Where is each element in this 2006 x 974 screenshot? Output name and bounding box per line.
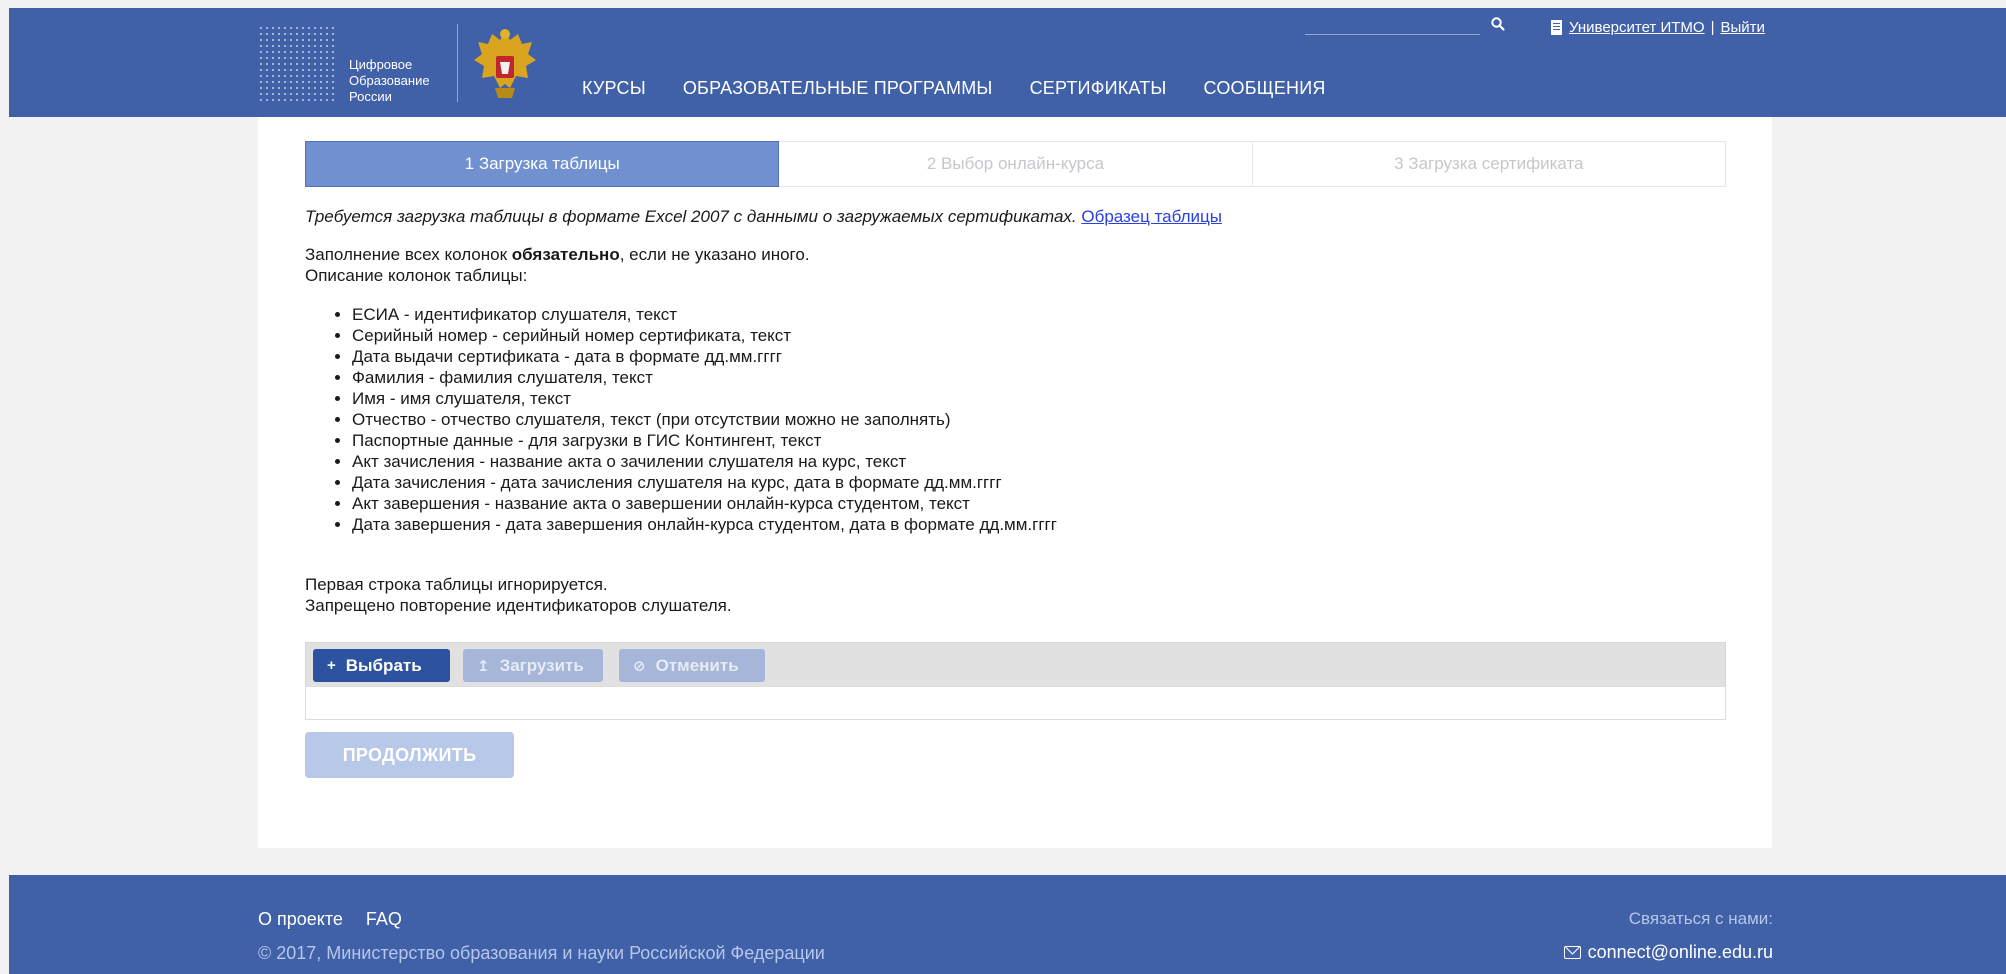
intro-paragraph: Требуется загрузка таблицы в формате Exc…	[305, 206, 1725, 227]
continue-button[interactable]: ПРОДОЛЖИТЬ	[305, 732, 514, 778]
university-link[interactable]: Университет ИТМО	[1569, 19, 1705, 36]
step-upload-certificate[interactable]: 3 Загрузка сертификата	[1252, 141, 1726, 187]
nav-programs[interactable]: ОБРАЗОВАТЕЛЬНЫЕ ПРОГРАММЫ	[683, 77, 993, 99]
step-select-course[interactable]: 2 Выбор онлайн-курса	[779, 141, 1253, 187]
list-item: Дата зачисления - дата зачисления слушат…	[352, 472, 1725, 493]
list-item: Отчество - отчество слушателя, текст (пр…	[352, 409, 1725, 430]
nav-messages[interactable]: СООБЩЕНИЯ	[1204, 77, 1326, 99]
upload-button[interactable]: ↥ Загрузить	[463, 649, 603, 682]
main-nav: КУРСЫ ОБРАЗОВАТЕЛЬНЫЕ ПРОГРАММЫ СЕРТИФИК…	[582, 77, 1363, 99]
list-item: Имя - имя слушателя, текст	[352, 388, 1725, 409]
plus-icon: +	[327, 657, 336, 674]
choose-file-button[interactable]: + Выбрать	[313, 649, 450, 682]
logout-link[interactable]: Выйти	[1720, 19, 1764, 36]
list-item: Акт зачисления - название акта о зачилен…	[352, 451, 1725, 472]
email-text: connect@online.edu.ru	[1587, 942, 1773, 962]
mail-icon	[1563, 946, 1581, 959]
columns-list: ЕСИА - идентификатор слушателя, текст Се…	[352, 304, 1725, 535]
list-item: Серийный номер - серийный номер сертифик…	[352, 325, 1725, 346]
contact-email-link[interactable]: connect@online.edu.ru	[1563, 942, 1773, 963]
faq-link[interactable]: FAQ	[366, 909, 402, 930]
fill-rule-suffix: , если не указано иного.	[619, 245, 810, 264]
file-drop-area[interactable]	[305, 686, 1726, 720]
logo-dots-icon	[258, 25, 336, 103]
fill-rule-prefix: Заполнение всех колонок	[305, 245, 512, 264]
list-item: Дата завершения - дата завершения онлайн…	[352, 514, 1725, 535]
search-input[interactable]	[1305, 34, 1480, 35]
logo-divider	[457, 24, 458, 102]
contact-label: Связаться с нами:	[1628, 909, 1773, 928]
coat-of-arms-icon	[474, 29, 536, 98]
intro-text: Требуется загрузка таблицы в формате Exc…	[305, 207, 1082, 226]
footer-links: О проекте FAQ	[258, 909, 402, 930]
note-duplicates: Запрещено повторение идентификаторов слу…	[305, 596, 732, 615]
cancel-label: Отменить	[655, 655, 739, 675]
link-separator: |	[1710, 19, 1715, 36]
list-item: Дата выдачи сертификата - дата в формате…	[352, 346, 1725, 367]
list-item: ЕСИА - идентификатор слушателя, текст	[352, 304, 1725, 325]
nav-certificates[interactable]: СЕРТИФИКАТЫ	[1030, 77, 1167, 99]
building-icon	[1551, 20, 1562, 35]
fill-rule: Заполнение всех колонок обязательно, есл…	[305, 244, 1725, 265]
copyright: © 2017, Министерство образования и науки…	[258, 943, 825, 963]
logo-line-2: Образование	[349, 73, 430, 88]
upload-label: Загрузить	[499, 655, 584, 675]
about-link[interactable]: О проекте	[258, 909, 343, 930]
sample-table-link[interactable]: Образец таблицы	[1081, 207, 1222, 226]
user-links: Университет ИТМО | Выйти	[1551, 19, 1765, 36]
cancel-icon: ⊘	[633, 657, 646, 675]
wizard-steps: 1 Загрузка таблицы 2 Выбор онлайн-курса …	[305, 141, 1726, 187]
step-upload-table[interactable]: 1 Загрузка таблицы	[305, 141, 780, 187]
logo-line-1: Цифровое	[349, 57, 413, 72]
note-first-row: Первая строка таблицы игнорируется.	[305, 575, 608, 594]
cancel-button[interactable]: ⊘ Отменить	[619, 649, 765, 682]
logo-text[interactable]: Цифровое Образование России	[349, 57, 430, 105]
list-item: Фамилия - фамилия слушателя, текст	[352, 367, 1725, 388]
list-item: Акт завершения - название акта о заверше…	[352, 493, 1725, 514]
file-upload-toolbar: + Выбрать ↥ Загрузить ⊘ Отменить	[305, 642, 1726, 686]
logo-line-3: России	[349, 89, 392, 104]
instructions: Требуется загрузка таблицы в формате Exc…	[305, 206, 1725, 616]
columns-heading: Описание колонок таблицы:	[305, 266, 528, 285]
upload-icon: ↥	[477, 657, 490, 675]
search-icon[interactable]	[1490, 16, 1506, 32]
nav-courses[interactable]: КУРСЫ	[582, 77, 646, 99]
fill-rule-bold: обязательно	[511, 245, 620, 264]
choose-file-label: Выбрать	[345, 655, 422, 675]
list-item: Паспортные данные - для загрузки в ГИС К…	[352, 430, 1725, 451]
